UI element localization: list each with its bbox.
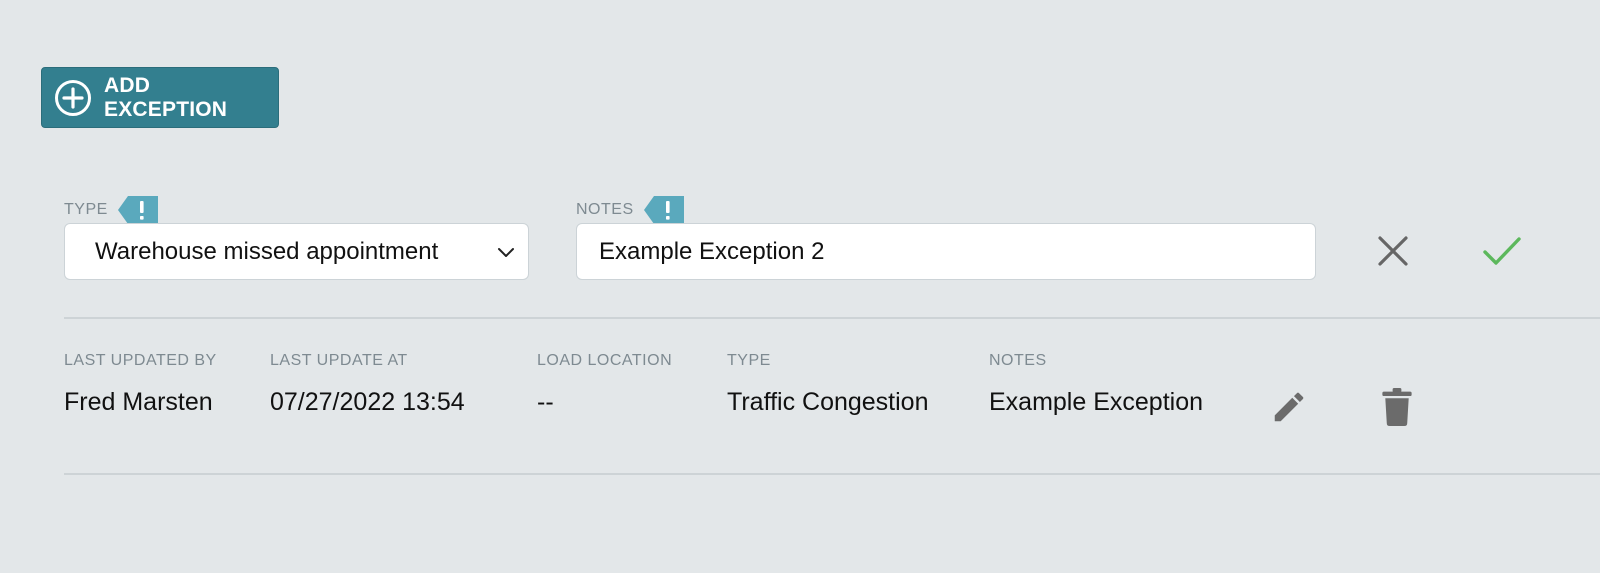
last-update-at-header: LAST UPDATE AT	[270, 352, 408, 369]
type-select-value: Warehouse missed appointment	[95, 237, 439, 265]
add-exception-button[interactable]: ADD EXCEPTION	[41, 67, 279, 128]
trash-icon[interactable]	[1382, 388, 1412, 426]
add-exception-label: ADD EXCEPTION	[104, 73, 228, 121]
notes-header: NOTES	[989, 352, 1047, 369]
pencil-icon[interactable]	[1270, 388, 1308, 426]
check-icon[interactable]	[1482, 234, 1522, 268]
type-field-label: TYPE	[64, 196, 158, 224]
chevron-down-icon	[498, 247, 514, 257]
plus-circle-icon	[55, 79, 91, 116]
type-label-text: TYPE	[64, 201, 108, 218]
close-icon[interactable]	[1376, 234, 1410, 268]
last-updated-by-header: LAST UPDATED BY	[64, 352, 217, 369]
exclamation-tag-icon	[117, 196, 158, 224]
divider	[64, 317, 1600, 319]
notes-input[interactable]	[576, 223, 1316, 280]
type-header: TYPE	[727, 352, 771, 369]
last-update-at-value: 07/27/2022 13:54	[270, 388, 465, 416]
exclamation-tag-icon	[643, 196, 684, 224]
last-updated-by-value: Fred Marsten	[64, 388, 213, 416]
notes-label-text: NOTES	[576, 201, 634, 218]
notes-value: Example Exception	[989, 388, 1204, 416]
type-value: Traffic Congestion	[727, 388, 929, 416]
type-select[interactable]: Warehouse missed appointment	[64, 223, 529, 280]
divider	[64, 473, 1600, 475]
exceptions-panel: ADD EXCEPTION TYPE NOTES Warehouse misse…	[0, 0, 1600, 573]
load-location-header: LOAD LOCATION	[537, 352, 673, 369]
load-location-value: --	[537, 388, 554, 416]
notes-field-label: NOTES	[576, 196, 684, 224]
